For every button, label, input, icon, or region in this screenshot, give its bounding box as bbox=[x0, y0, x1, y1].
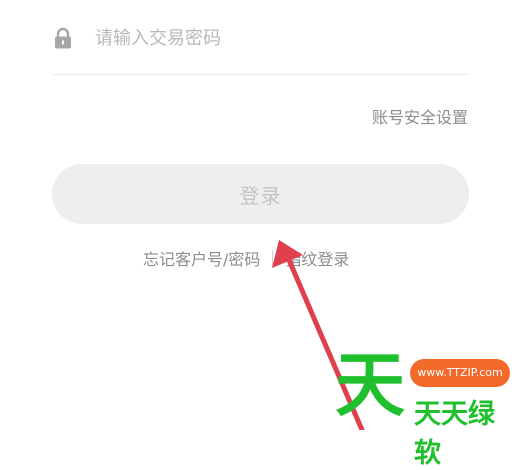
forgot-password-link[interactable]: 忘记客户号/密码 bbox=[143, 246, 260, 270]
input-divider bbox=[52, 74, 469, 75]
bottom-links: 忘记客户号/密码 指纹登录 bbox=[143, 246, 349, 270]
password-field[interactable] bbox=[52, 18, 469, 58]
watermark-url: www.TTZIP.com bbox=[410, 359, 510, 387]
link-separator bbox=[272, 250, 274, 266]
watermark-name: 天天绿软 bbox=[414, 399, 495, 469]
fingerprint-login-link[interactable]: 指纹登录 bbox=[285, 246, 349, 270]
password-input[interactable] bbox=[95, 27, 435, 49]
watermark-logo: 天 bbox=[335, 344, 405, 426]
login-button[interactable]: 登录 bbox=[52, 164, 469, 224]
account-security-link[interactable]: 账号安全设置 bbox=[372, 104, 468, 128]
lock-icon bbox=[52, 27, 74, 49]
